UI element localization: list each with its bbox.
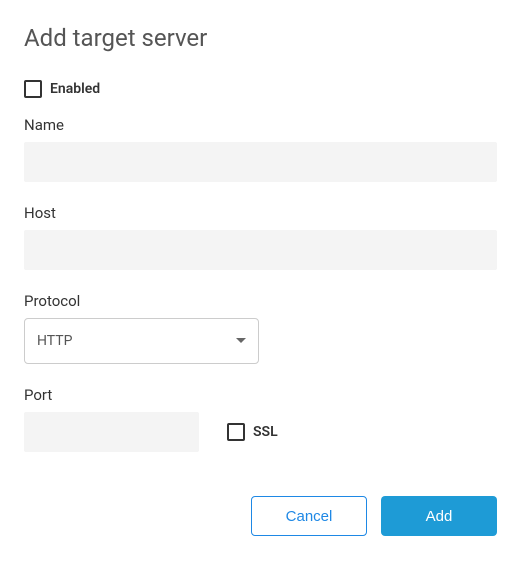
ssl-label: SSL	[253, 424, 278, 440]
name-label: Name	[24, 116, 497, 134]
ssl-checkbox[interactable]	[227, 423, 245, 441]
enabled-checkbox[interactable]	[24, 80, 42, 98]
dialog-title: Add target server	[24, 24, 497, 52]
protocol-label: Protocol	[24, 292, 497, 310]
enabled-label: Enabled	[50, 81, 100, 97]
protocol-value: HTTP	[37, 333, 236, 349]
port-input[interactable]	[24, 412, 199, 452]
ssl-checkbox-row: SSL	[227, 423, 278, 441]
chevron-down-icon	[236, 338, 246, 344]
protocol-field-group: Protocol HTTP	[24, 292, 497, 364]
port-label: Port	[24, 386, 497, 404]
host-input[interactable]	[24, 230, 497, 270]
name-input[interactable]	[24, 142, 497, 182]
host-label: Host	[24, 204, 497, 222]
cancel-button[interactable]: Cancel	[251, 496, 367, 536]
host-field-group: Host	[24, 204, 497, 270]
enabled-checkbox-row: Enabled	[24, 80, 497, 98]
button-row: Cancel Add	[24, 496, 497, 536]
port-field-group: Port SSL	[24, 386, 497, 452]
protocol-select[interactable]: HTTP	[24, 318, 259, 364]
add-button[interactable]: Add	[381, 496, 497, 536]
port-row: SSL	[24, 412, 497, 452]
name-field-group: Name	[24, 116, 497, 182]
